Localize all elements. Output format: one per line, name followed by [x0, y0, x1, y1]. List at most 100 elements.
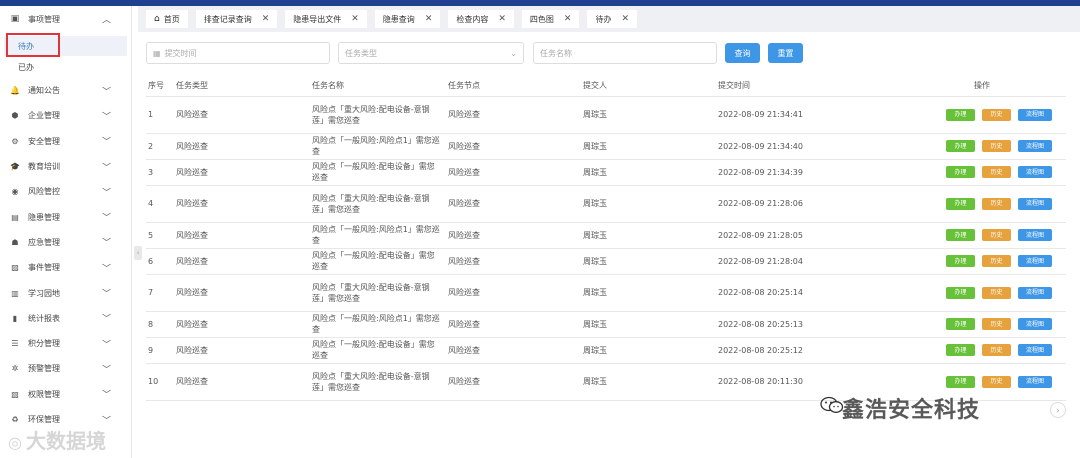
- sidebar-item[interactable]: ▥ 学习园地 ﹀: [0, 280, 131, 305]
- tab-todo[interactable]: 待办 ✕: [587, 10, 637, 28]
- cell-time: 2022-08-09 21:28:06: [718, 185, 938, 223]
- tab-four-color-map[interactable]: 四色图 ✕: [521, 10, 580, 28]
- handle-button[interactable]: 办理: [946, 255, 975, 267]
- sidebar-item[interactable]: ⚙ 安全管理 ﹀: [0, 129, 131, 154]
- submit-time-input[interactable]: ▦ 提交时间: [146, 42, 330, 64]
- tab-hazard-export[interactable]: 隐患导出文件 ✕: [285, 10, 367, 28]
- history-button[interactable]: 历史: [982, 197, 1011, 210]
- sidebar-menu-list: 🔔 通知公告 ﹀ ⬢ 企业管理 ﹀ ⚙ 安全管理 ﹀ 🎓 教育培训 ﹀ ◉ 风险管控 ﹀ ▤ 隐患管理 ﹀ ☗ 应急管…: [0, 78, 131, 432]
- history-button[interactable]: 历史: [982, 286, 1011, 299]
- table-header-row: 序号 任务类型 任务名称 任务节点 提交人 提交时间 操作: [146, 76, 1066, 97]
- handle-button[interactable]: 办理: [946, 344, 975, 356]
- sidebar-item[interactable]: ✲ 预警管理 ﹀: [0, 356, 131, 381]
- sidebar-item[interactable]: 🔔 通知公告 ﹀: [0, 78, 131, 103]
- sidebar-item[interactable]: 🎓 教育培训 ﹀: [0, 154, 131, 179]
- sidebar-item[interactable]: ☗ 应急管理 ﹀: [0, 230, 131, 255]
- database-icon: ☰: [11, 339, 19, 349]
- close-icon[interactable]: ✕: [262, 14, 270, 24]
- handle-button[interactable]: 办理: [946, 140, 975, 152]
- tab-inspection-records[interactable]: 排查记录查询 ✕: [195, 10, 278, 28]
- sidebar-item[interactable]: ◉ 风险管控 ﹀: [0, 179, 131, 204]
- flowchart-button[interactable]: 流程图: [1018, 286, 1052, 299]
- input-placeholder: 提交时间: [164, 48, 197, 58]
- cell-no: 1: [146, 96, 176, 134]
- sidebar-item[interactable]: ▮ 统计报表 ﹀: [0, 306, 131, 331]
- sidebar-item[interactable]: ⬢ 企业管理 ﹀: [0, 103, 131, 128]
- weibo-icon: ◎: [8, 433, 22, 452]
- table-row: 1 风险巡查 风险点「重大风险:配电设备-意钢莲」需您巡查 风险巡查 周琮玉 2022-0…: [146, 96, 1066, 134]
- history-button[interactable]: 历史: [982, 108, 1011, 121]
- cell-no: 4: [146, 185, 176, 223]
- history-button[interactable]: 历史: [982, 318, 1011, 330]
- flowchart-button[interactable]: 流程图: [1018, 318, 1052, 330]
- cell-node: 风险巡查: [448, 274, 583, 312]
- col-header-ops: 操作: [938, 76, 1066, 97]
- cell-node: 风险巡查: [448, 222, 583, 249]
- flowchart-button[interactable]: 流程图: [1018, 229, 1052, 241]
- close-icon[interactable]: ✕: [621, 14, 629, 24]
- close-icon[interactable]: ✕: [425, 14, 433, 24]
- cell-no: 7: [146, 274, 176, 312]
- flowchart-button[interactable]: 流程图: [1018, 197, 1052, 210]
- sidebar-item-matters[interactable]: ▣ 事项管理 ︿: [0, 6, 131, 32]
- cell-name: 风险点「一般风险:配电设备」需您巡查: [312, 337, 448, 364]
- tab-check-content[interactable]: 检查内容 ✕: [448, 10, 514, 28]
- cell-submitter: 周琮玉: [583, 159, 718, 186]
- history-button[interactable]: 历史: [982, 229, 1011, 241]
- cell-ops: 办理 历史 流程图: [938, 96, 1066, 134]
- history-button[interactable]: 历史: [982, 166, 1011, 178]
- handle-button[interactable]: 办理: [946, 286, 975, 299]
- close-icon[interactable]: ✕: [351, 14, 359, 24]
- handle-button[interactable]: 办理: [946, 229, 975, 241]
- sidebar-item-label: 积分管理: [28, 339, 60, 349]
- graduation-cap-icon: 🎓: [10, 162, 20, 172]
- chevron-down-icon: ﹀: [101, 365, 111, 376]
- handle-button[interactable]: 办理: [946, 197, 975, 210]
- flowchart-button[interactable]: 流程图: [1018, 375, 1052, 388]
- handle-button[interactable]: 办理: [946, 318, 975, 330]
- tab-home[interactable]: ⌂ 首页: [146, 10, 188, 28]
- tab-label: 首页: [163, 14, 180, 24]
- cell-no: 2: [146, 133, 176, 160]
- sidebar-item-label: 安全管理: [28, 136, 60, 146]
- task-type-select[interactable]: 任务类型 ⌄: [338, 42, 524, 64]
- sidebar-subitem-done[interactable]: 已办: [0, 56, 131, 78]
- sidebar-item-label: 教育培训: [28, 162, 60, 172]
- cell-ops: 办理 历史 流程图: [938, 133, 1066, 160]
- sidebar-item[interactable]: ▨ 事件管理 ﹀: [0, 255, 131, 280]
- tab-hazard-query[interactable]: 隐患查询 ✕: [374, 10, 441, 28]
- handle-button[interactable]: 办理: [946, 375, 975, 388]
- sidebar-item-label: 学习园地: [28, 288, 60, 298]
- sidebar-item-label: 环保管理: [28, 415, 60, 424]
- flowchart-button[interactable]: 流程图: [1018, 344, 1052, 356]
- close-icon[interactable]: ✕: [498, 14, 506, 24]
- flowchart-button[interactable]: 流程图: [1018, 140, 1052, 152]
- cell-type: 风险巡查: [176, 337, 312, 364]
- sidebar-item[interactable]: ▤ 隐患管理 ﹀: [0, 204, 131, 229]
- task-name-input[interactable]: 任务名称: [533, 42, 717, 64]
- history-button[interactable]: 历史: [982, 140, 1011, 152]
- cell-node: 风险巡查: [448, 337, 583, 364]
- user-alert-icon: ☗: [11, 237, 19, 247]
- handle-button[interactable]: 办理: [946, 108, 975, 121]
- reset-button[interactable]: 重置: [768, 43, 803, 63]
- scroll-right-icon[interactable]: ›: [1050, 402, 1066, 418]
- cell-time: 2022-08-08 20:25:12: [718, 337, 938, 364]
- sidebar-item-label: 应急管理: [28, 237, 60, 247]
- flowchart-button[interactable]: 流程图: [1018, 166, 1052, 178]
- chevron-down-icon: ﹀: [101, 289, 111, 300]
- close-icon[interactable]: ✕: [564, 14, 572, 24]
- flowchart-button[interactable]: 流程图: [1018, 108, 1052, 121]
- search-button[interactable]: 查询: [725, 43, 760, 63]
- flowchart-button[interactable]: 流程图: [1018, 255, 1052, 267]
- sidebar-item[interactable]: ☰ 积分管理 ﹀: [0, 331, 131, 356]
- history-button[interactable]: 历史: [982, 255, 1011, 267]
- cell-submitter: 周琮玉: [583, 185, 718, 223]
- history-button[interactable]: 历史: [982, 344, 1011, 356]
- cell-type: 风险巡查: [176, 274, 312, 312]
- handle-button[interactable]: 办理: [946, 166, 975, 178]
- table-row: 6 风险巡查 风险点「一般风险:配电设备」需您巡查 风险巡查 周琮玉 2022-08-09…: [146, 248, 1066, 275]
- watermark-brand: 鑫浩安全科技: [842, 398, 981, 423]
- sidebar-item[interactable]: ▧ 权限管理 ﹀: [0, 382, 131, 407]
- history-button[interactable]: 历史: [982, 375, 1011, 388]
